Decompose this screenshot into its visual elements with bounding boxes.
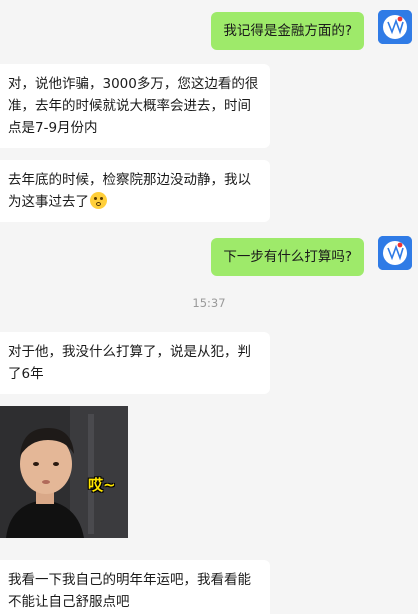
message-bubble-incoming[interactable]: 我看一下我自己的明年年运吧，我看看能不能让自己舒服点吧 (0, 560, 270, 614)
user-avatar-icon[interactable] (378, 236, 412, 270)
message-bubble-incoming[interactable]: 对，说他诈骗，3000多万，您这边看的很准，去年的时候就说大概率会进去，时间点是… (0, 64, 270, 148)
flushed-face-emoji (90, 192, 107, 209)
child-sticker-image[interactable]: 哎~ (0, 406, 128, 538)
message-bubble-outgoing[interactable]: 下一步有什么打算吗? (211, 238, 364, 276)
message-bubble-incoming[interactable]: 去年底的时候，检察院那边没动静，我以为这事过去了 (0, 160, 270, 222)
user-avatar-icon[interactable] (378, 10, 412, 44)
message-bubble-outgoing[interactable]: 我记得是金融方面的? (211, 12, 364, 50)
message-bubble-incoming[interactable]: 对于他，我没什么打算了，说是从犯，判了6年 (0, 332, 270, 394)
chat-window: 我记得是金融方面的? 对，说他诈骗，3000多万，您这边看的很准，去年的时候就说… (0, 0, 418, 614)
message-timestamp: 15:37 (192, 296, 226, 310)
sticker-caption: 哎~ (88, 476, 116, 494)
message-text: 去年底的时候，检察院那边没动静，我以为这事过去了 (8, 172, 251, 210)
